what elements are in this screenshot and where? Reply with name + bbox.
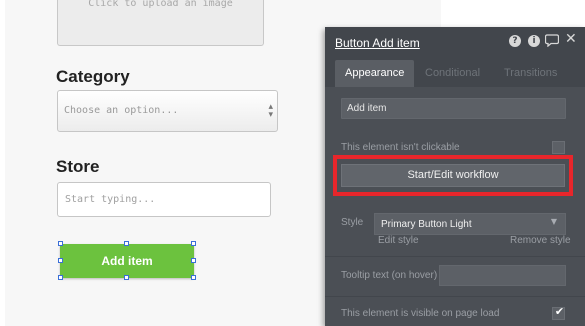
remove-style-link[interactable]: Remove style: [510, 235, 571, 246]
edit-style-link[interactable]: Edit style: [378, 235, 419, 246]
resize-handle-right[interactable]: [191, 258, 196, 263]
checkmark-icon: ✔: [554, 305, 565, 318]
tab-transitions[interactable]: Transitions: [494, 60, 567, 87]
tooltip-input[interactable]: [439, 265, 566, 286]
upload-placeholder: Click to upload an image: [88, 0, 233, 9]
not-clickable-label: This element isn't clickable: [341, 142, 460, 153]
store-input[interactable]: Start typing...: [57, 182, 271, 217]
style-select[interactable]: Primary Button Light ▼: [374, 213, 566, 235]
resize-handle-top-right[interactable]: [191, 241, 196, 246]
chevron-down-icon: ▼: [550, 217, 557, 226]
panel-tabs: Appearance Conditional Transitions: [325, 57, 585, 87]
category-dropdown[interactable]: Choose an option... ▴ ▾: [57, 90, 278, 132]
help-icon[interactable]: ?: [509, 35, 521, 47]
style-select-value: Primary Button Light: [381, 219, 472, 230]
tooltip-label: Tooltip text (on hover): [341, 270, 438, 281]
add-item-button[interactable]: Add item: [60, 244, 194, 278]
resize-handle-bottom-left[interactable]: [58, 275, 63, 280]
resize-handle-top[interactable]: [124, 241, 129, 246]
info-icon[interactable]: i: [528, 35, 540, 47]
resize-handle-top-left[interactable]: [58, 241, 63, 246]
store-input-placeholder: Start typing...: [65, 194, 156, 205]
close-icon[interactable]: ✕: [565, 32, 577, 46]
not-clickable-checkbox[interactable]: [552, 141, 565, 154]
resize-handle-bottom[interactable]: [124, 275, 129, 280]
style-label: Style: [341, 217, 364, 228]
resize-handle-left[interactable]: [58, 258, 63, 263]
divider: [325, 256, 585, 257]
button-text-field[interactable]: Add item: [341, 98, 566, 119]
tab-conditional[interactable]: Conditional: [415, 60, 490, 87]
resize-handle-bottom-right[interactable]: [191, 275, 196, 280]
comment-icon[interactable]: [544, 34, 560, 50]
image-uploader[interactable]: Click to upload an image: [57, 0, 264, 46]
button-text-value: Add item: [347, 103, 387, 114]
workflow-highlight-box: [333, 155, 573, 196]
visible-on-load-checkbox[interactable]: ✔: [552, 305, 565, 320]
visible-on-load-label: This element is visible on page load: [341, 308, 500, 319]
updown-arrow-icon: ▴ ▾: [268, 102, 273, 120]
category-label: Category: [56, 67, 130, 86]
appearance-tab-content: Add item This element isn't clickable St…: [325, 87, 585, 326]
divider: [325, 296, 585, 297]
store-label: Store: [56, 157, 100, 176]
category-dropdown-placeholder: Choose an option...: [64, 105, 179, 116]
tab-appearance[interactable]: Appearance: [335, 60, 415, 87]
panel-header: Button Add item ? i ✕: [325, 27, 585, 57]
panel-title[interactable]: Button Add item: [335, 36, 420, 50]
